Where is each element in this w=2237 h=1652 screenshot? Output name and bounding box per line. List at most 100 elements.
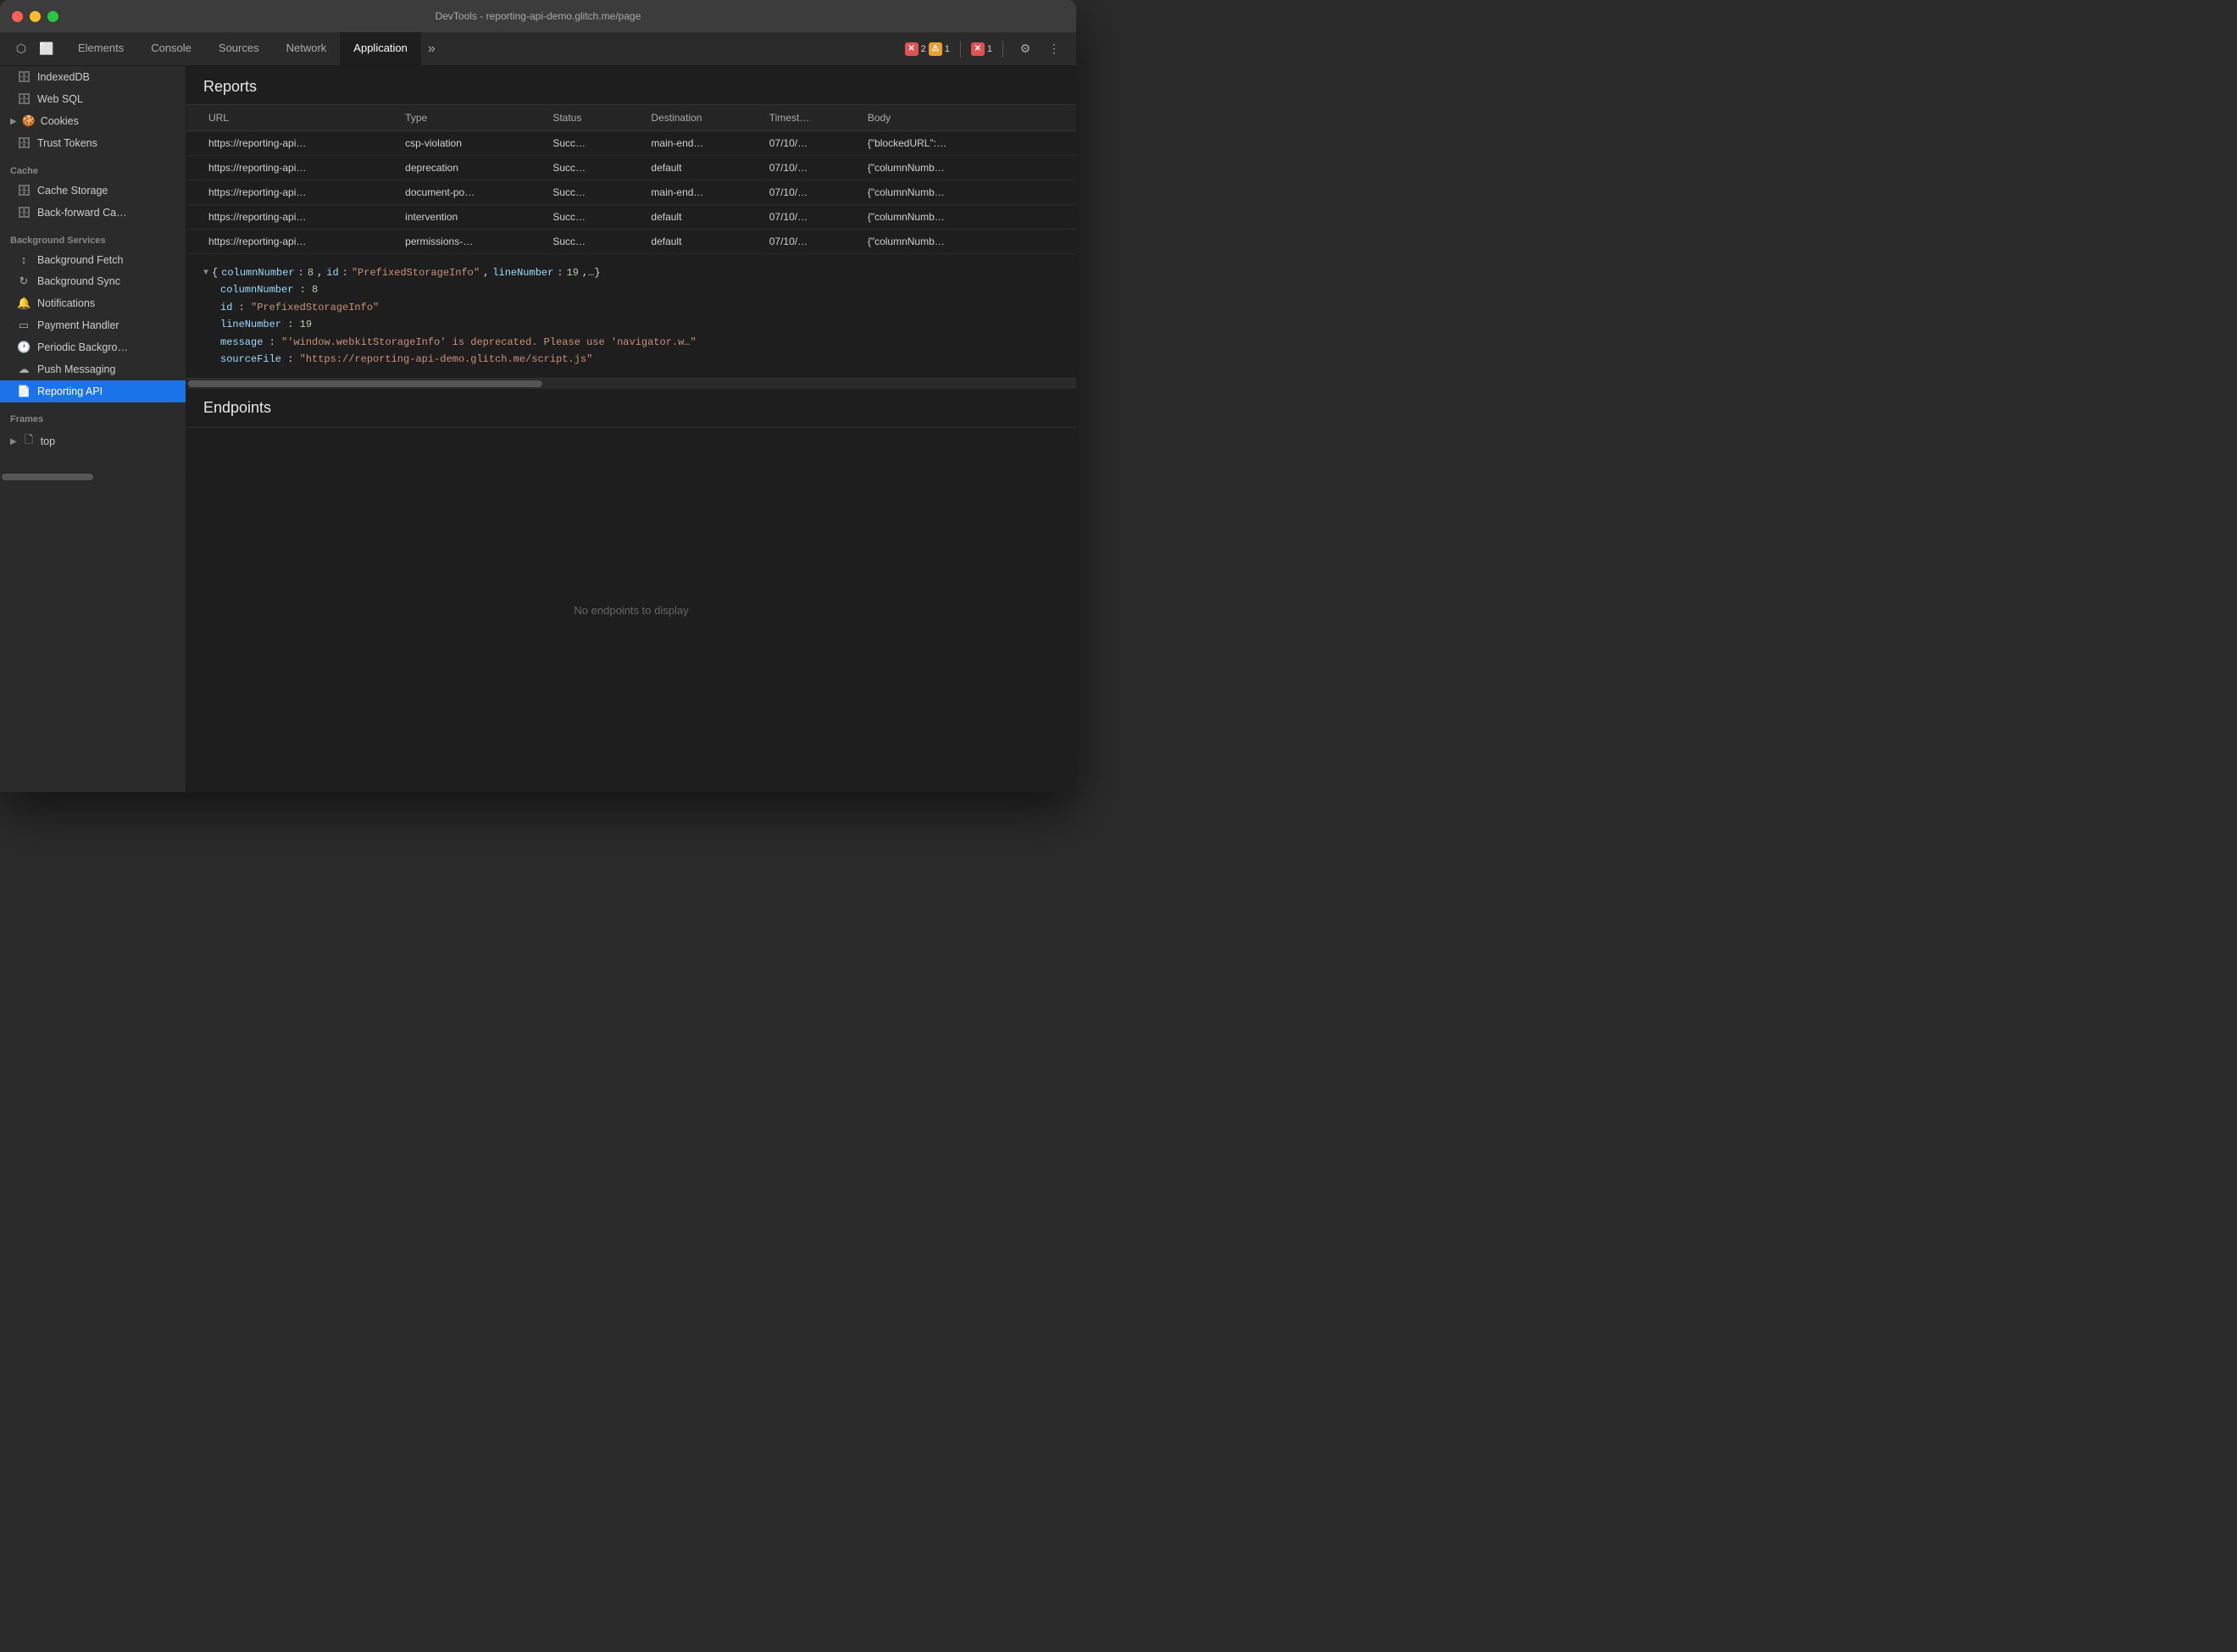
td-ts-1: 07/10/…	[764, 156, 863, 180]
sidebar-item-frames-top[interactable]: ▶ 🗋 top	[0, 428, 186, 455]
endpoints-section: Endpoints No endpoints to display	[186, 389, 1076, 792]
table-row[interactable]: https://reporting-api… deprecation Succ……	[186, 156, 1076, 180]
td-type-4: permissions-…	[400, 230, 547, 253]
td-ts-0: 07/10/…	[764, 131, 863, 155]
sidebar: 🗄 IndexedDB 🗄 Web SQL ▶ 🍪 Cookies 🗄 Trus…	[0, 66, 186, 792]
bgfetch-icon: ↕	[17, 253, 31, 266]
sidebar-item-trusttokens[interactable]: 🗄 Trust Tokens	[0, 132, 186, 154]
settings-button[interactable]: ⚙	[1013, 37, 1037, 61]
json-summary-row[interactable]: ▼ { columnNumber : 8 , id : "PrefixedSto…	[203, 264, 1059, 281]
td-body-4: {"columnNumb…	[863, 230, 1059, 253]
json-field-sourcefile: sourceFile : "https://reporting-api-demo…	[220, 351, 1059, 368]
warn-icon: ⚠	[929, 42, 942, 56]
tab-bar-icons: ⬡ ⬜	[3, 38, 64, 60]
td-status-1: Succ…	[547, 156, 646, 180]
maximize-button[interactable]	[47, 11, 58, 22]
horizontal-scrollbar[interactable]	[186, 379, 1076, 389]
td-url-2: https://reporting-api…	[203, 180, 400, 204]
close-button[interactable]	[12, 11, 23, 22]
td-dest-4: default	[646, 230, 763, 253]
td-type-1: deprecation	[400, 156, 547, 180]
tab-bar-right: ✕ 2 ⚠ 1 ✕ 1 ⚙ ⋮	[905, 37, 1073, 61]
th-timestamp: Timest…	[764, 105, 863, 130]
table-header: URL Type Status Destination Timest… Body	[186, 105, 1076, 131]
tab-console[interactable]: Console	[137, 32, 205, 65]
sidebar-item-cookies[interactable]: ▶ 🍪 Cookies	[0, 110, 186, 132]
cookies-icon: 🍪	[22, 114, 36, 128]
window-controls	[12, 11, 58, 22]
error-badge[interactable]: ✕ 2 ⚠ 1	[905, 42, 950, 56]
td-dest-3: default	[646, 205, 763, 229]
th-status: Status	[547, 105, 646, 130]
frames-chevron-icon: ▶	[10, 437, 17, 446]
td-body-3: {"columnNumb…	[863, 205, 1059, 229]
sidebar-item-bgfetch[interactable]: ↕ Background Fetch	[0, 249, 186, 270]
device-icon[interactable]: ⬜	[36, 38, 58, 60]
td-body-2: {"columnNumb…	[863, 180, 1059, 204]
sidebar-item-reportingapi[interactable]: 📄 Reporting API	[0, 380, 186, 402]
badge-separator-2	[1002, 41, 1003, 58]
td-status-3: Succ…	[547, 205, 646, 229]
frames-section-label: Frames	[0, 402, 186, 428]
endpoints-header: Endpoints	[186, 389, 1076, 428]
badge-separator	[960, 41, 961, 58]
sidebar-item-notifications[interactable]: 🔔 Notifications	[0, 292, 186, 314]
json-preview: ▼ { columnNumber : 8 , id : "PrefixedSto…	[186, 254, 1076, 379]
tab-application[interactable]: Application	[340, 32, 421, 65]
json-field-linenumber: lineNumber : 19	[220, 316, 1059, 333]
backforward-icon: 🗄	[17, 206, 31, 219]
more-tabs-button[interactable]: »	[421, 42, 442, 57]
json-field-id: id : "PrefixedStorageInfo"	[220, 299, 1059, 316]
sidebar-item-pushmessaging[interactable]: ☁ Push Messaging	[0, 358, 186, 380]
error-badge-2[interactable]: ✕ 1	[971, 42, 992, 56]
td-url-1: https://reporting-api…	[203, 156, 400, 180]
sidebar-item-indexeddb[interactable]: 🗄 IndexedDB	[0, 66, 186, 88]
td-body-1: {"columnNumb…	[863, 156, 1059, 180]
error-icon: ✕	[905, 42, 919, 56]
chevron-icon: ▶	[10, 117, 17, 126]
td-dest-2: main-end…	[646, 180, 763, 204]
sidebar-item-bgsync[interactable]: ↻ Background Sync	[0, 270, 186, 292]
tab-network[interactable]: Network	[273, 32, 341, 65]
td-ts-2: 07/10/…	[764, 180, 863, 204]
cachestorage-icon: 🗄	[17, 184, 31, 197]
td-ts-3: 07/10/…	[764, 205, 863, 229]
title-bar: DevTools - reporting-api-demo.glitch.me/…	[0, 0, 1076, 32]
paymenthandler-icon: ▭	[17, 319, 31, 332]
bgsync-icon: ↻	[17, 274, 31, 288]
td-ts-4: 07/10/…	[764, 230, 863, 253]
scrollbar-thumb	[188, 380, 542, 387]
td-dest-1: default	[646, 156, 763, 180]
sidebar-item-websql[interactable]: 🗄 Web SQL	[0, 88, 186, 110]
minimize-button[interactable]	[30, 11, 41, 22]
json-field-message: message : "'window.webkitStorageInfo' is…	[220, 334, 1059, 351]
json-fields: columnNumber : 8 id : "PrefixedStorageIn…	[203, 281, 1059, 368]
sidebar-item-cachestorage[interactable]: 🗄 Cache Storage	[0, 180, 186, 202]
tab-elements[interactable]: Elements	[64, 32, 137, 65]
td-body-0: {"blockedURL":…	[863, 131, 1059, 155]
td-url-3: https://reporting-api…	[203, 205, 400, 229]
sidebar-item-paymenthandler[interactable]: ▭ Payment Handler	[0, 314, 186, 336]
tab-bar: ⬡ ⬜ Elements Console Sources Network App…	[0, 32, 1076, 66]
th-body: Body	[863, 105, 1059, 130]
tab-sources[interactable]: Sources	[205, 32, 273, 65]
indexeddb-icon: 🗄	[17, 70, 31, 84]
periodicbg-icon: 🕐	[17, 341, 31, 354]
table-row[interactable]: https://reporting-api… csp-violation Suc…	[186, 131, 1076, 156]
json-collapse-chevron: ▼	[203, 266, 208, 280]
cursor-icon[interactable]: ⬡	[10, 38, 32, 60]
td-dest-0: main-end…	[646, 131, 763, 155]
table-row[interactable]: https://reporting-api… permissions-… Suc…	[186, 230, 1076, 254]
sidebar-item-periodicbg[interactable]: 🕐 Periodic Backgro…	[0, 336, 186, 358]
sidebar-scrollbar[interactable]	[0, 472, 186, 482]
sidebar-item-backforward[interactable]: 🗄 Back-forward Ca…	[0, 202, 186, 224]
table-row[interactable]: https://reporting-api… document-po… Succ…	[186, 180, 1076, 205]
td-url-0: https://reporting-api…	[203, 131, 400, 155]
td-type-2: document-po…	[400, 180, 547, 204]
td-type-3: intervention	[400, 205, 547, 229]
table-row[interactable]: https://reporting-api… intervention Succ…	[186, 205, 1076, 230]
td-status-2: Succ…	[547, 180, 646, 204]
notifications-icon: 🔔	[17, 297, 31, 310]
content-area: Reports URL Type Status Destination Time…	[186, 66, 1076, 792]
more-options-button[interactable]: ⋮	[1042, 37, 1066, 61]
